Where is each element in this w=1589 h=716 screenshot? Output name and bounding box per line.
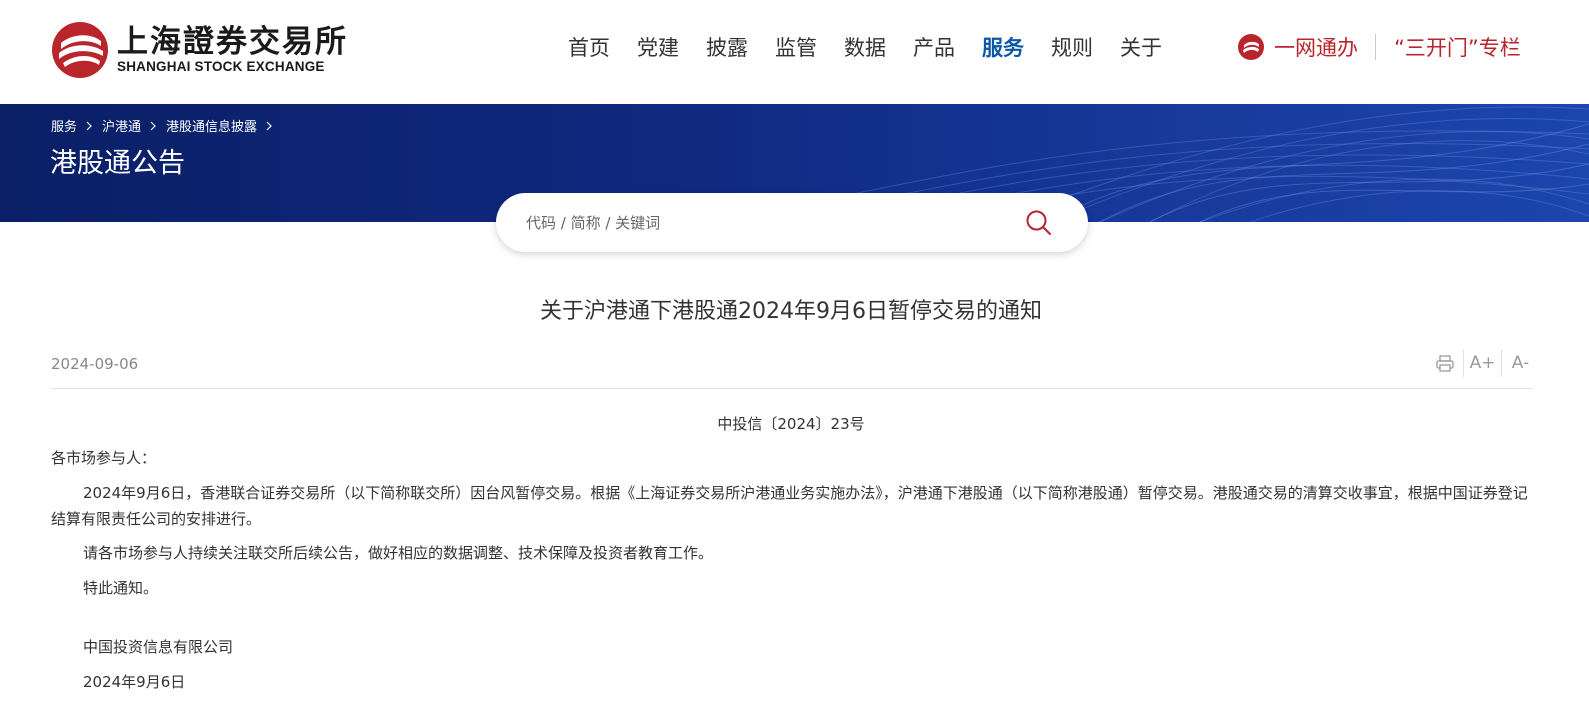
nav-item-about[interactable]: 关于 xyxy=(1120,34,1162,62)
tool-divider xyxy=(1463,349,1464,377)
chevron-right-icon xyxy=(86,121,92,130)
one-network-link[interactable]: 一网通办 xyxy=(1274,32,1358,62)
signature-organization: 中国投资信息有限公司 xyxy=(83,638,234,656)
tool-divider xyxy=(1501,349,1502,377)
breadcrumb-disclosure[interactable]: 港股通信息披露 xyxy=(166,116,257,135)
quick-links: 一网通办 “三开门”专栏 xyxy=(1237,32,1521,62)
search-icon[interactable] xyxy=(1024,208,1054,238)
body-paragraph: 特此通知。 xyxy=(83,579,159,597)
main-nav: 首页 党建 披露 监管 数据 产品 服务 规则 关于 xyxy=(568,34,1189,62)
site-header: 上海證券交易所 SHANGHAI STOCK EXCHANGE 首页 党建 披露… xyxy=(0,0,1589,104)
font-increase-button[interactable]: A+ xyxy=(1466,348,1499,378)
nav-item-regulation[interactable]: 监管 xyxy=(775,34,817,62)
sse-logo[interactable]: 上海證券交易所 SHANGHAI STOCK EXCHANGE xyxy=(51,20,346,80)
search-input[interactable] xyxy=(526,208,1006,238)
logo-chinese-name: 上海證券交易所 xyxy=(117,24,348,60)
print-button[interactable] xyxy=(1428,348,1461,378)
signature-date: 2024年9月6日 xyxy=(83,673,186,691)
article-title: 关于沪港通下港股通2024年9月6日暂停交易的通知 xyxy=(540,299,1042,324)
article-date: 2024-09-06 xyxy=(51,355,139,373)
three-doors-link[interactable]: “三开门”专栏 xyxy=(1394,32,1521,62)
sse-logo-mark-icon xyxy=(52,22,108,78)
chevron-right-icon xyxy=(150,121,156,130)
breadcrumb: 服务 沪港通 港股通信息披露 xyxy=(51,116,282,135)
nav-item-party[interactable]: 党建 xyxy=(637,34,679,62)
logo-english-name: SHANGHAI STOCK EXCHANGE xyxy=(117,59,325,74)
page-title: 港股通公告 xyxy=(50,148,185,179)
nav-item-data[interactable]: 数据 xyxy=(844,34,886,62)
body-paragraph: 请各市场参与人持续关注联交所后续公告，做好相应的数据调整、技术保障及投资者教育工… xyxy=(83,544,714,562)
nav-item-services[interactable]: 服务 xyxy=(982,34,1024,62)
printer-icon xyxy=(1435,354,1454,372)
search-box xyxy=(496,193,1088,252)
font-decrease-button[interactable]: A- xyxy=(1504,348,1537,378)
nav-item-products[interactable]: 产品 xyxy=(913,34,955,62)
article-tools: A+ A- xyxy=(1428,348,1537,378)
quick-links-divider xyxy=(1375,34,1376,60)
nav-item-home[interactable]: 首页 xyxy=(568,34,610,62)
salutation: 各市场参与人： xyxy=(51,449,157,467)
title-divider xyxy=(51,388,1532,389)
one-network-icon[interactable] xyxy=(1237,33,1265,61)
nav-item-disclosure[interactable]: 披露 xyxy=(706,34,748,62)
nav-item-rules[interactable]: 规则 xyxy=(1051,34,1093,62)
chevron-right-icon xyxy=(266,121,272,130)
body-paragraph: 2024年9月6日，香港联合证券交易所（以下简称联交所）因台风暂停交易。根据《上… xyxy=(51,484,1528,528)
breadcrumb-hk-connect[interactable]: 沪港通 xyxy=(102,116,141,135)
breadcrumb-services[interactable]: 服务 xyxy=(51,116,77,135)
document-number: 中投信〔2024〕23号 xyxy=(717,415,865,433)
